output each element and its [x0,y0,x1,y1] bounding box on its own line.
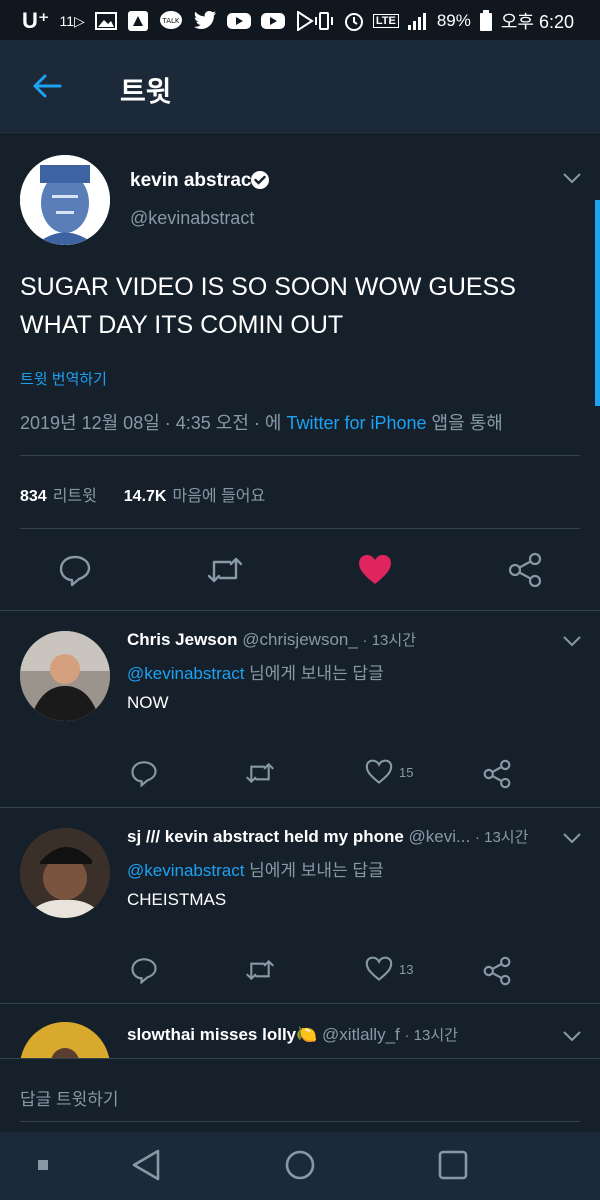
translate-link[interactable]: 트윗 번역하기 [20,368,107,389]
retweet-icon[interactable] [245,759,275,787]
chevron-down-icon[interactable] [562,832,582,844]
battery-icon [479,10,492,31]
reply-author[interactable]: Chris Jewson @chrisjewson_ · 13시간 [127,629,416,650]
talk-icon: TALK [159,11,182,29]
reply-tweet[interactable]: sj /// kevin abstract held my phone @kev… [0,808,600,1004]
clock: 오후 6:20 [500,12,574,32]
vibrate-icon [314,12,333,30]
reply-avatar[interactable] [20,631,110,721]
reply-to-handle[interactable]: @kevinabstract [127,861,244,880]
chevron-down-icon[interactable] [562,1030,582,1042]
system-nav-bar [0,1132,600,1200]
dot-indicator-icon [38,1160,48,1170]
retweet-icon[interactable] [245,956,275,984]
tweet-text: SUGAR VIDEO IS SO SOON WOW GUESS WHAT DA… [20,273,516,339]
compose-underline [20,1121,580,1122]
reply-author[interactable]: sj /// kevin abstract held my phone @kev… [127,826,528,847]
chevron-down-icon[interactable] [562,172,582,184]
like-count[interactable]: 14.7K [124,488,167,505]
retweet-count-label[interactable]: 리트윗 [53,488,97,505]
reply-to-handle[interactable]: @kevinabstract [127,664,244,683]
signal-icon [407,13,426,30]
divider [20,455,580,456]
reply-author-handle[interactable]: @xitlally_f [322,1025,400,1044]
chevron-down-icon[interactable] [562,635,582,647]
reply-time: · 13시간 [474,829,529,846]
status-bar: U⁺ 11▷ TALK LTE 89% 오후 6:20 [0,0,600,40]
app-notification-icon [127,11,148,31]
alarm-icon [344,13,363,31]
reply-time: · 13시간 [362,632,416,649]
tweet-date: 2019년 12월 08일 · 4:35 오전 · 에 [20,413,287,433]
reply-compose-bar[interactable]: 답글 트윗하기 [0,1058,600,1133]
author-avatar[interactable] [20,155,110,245]
share-icon[interactable] [508,552,542,588]
battery-percent: 89% [436,11,471,30]
like-count: 13 [399,961,414,977]
retweet-icon[interactable] [206,553,244,587]
reply-author[interactable]: slowthai misses lolly🍋 @xitlally_f · 13시… [127,1024,458,1045]
recents-nav-icon[interactable] [438,1150,468,1180]
network-type-label: LTE [372,14,399,28]
source-link[interactable]: Twitter for iPhone [286,413,426,433]
like-action[interactable]: 15 [365,759,413,785]
like-count: 15 [399,764,414,780]
reply-tweet[interactable]: Chris Jewson @chrisjewson_ · 13시간 @kevin… [0,611,600,808]
play-store-icon [296,11,314,31]
reply-icon[interactable] [58,553,92,587]
page-title: 트윗 [120,76,172,107]
app-header: 트윗 [0,40,600,135]
reply-compose-input[interactable]: 답글 트윗하기 [20,1085,119,1110]
heart-outline-icon[interactable] [365,956,393,982]
reply-author-name[interactable]: slowthai misses lolly🍋 [127,1025,317,1044]
reply-to-line: @kevinabstract 님에게 보내는 답글 [127,659,384,684]
author-handle[interactable]: @kevinabstract [130,208,254,229]
home-nav-icon[interactable] [284,1149,316,1181]
share-icon[interactable] [483,759,511,789]
youtube-icon-2 [260,13,285,29]
back-nav-icon[interactable] [130,1148,162,1182]
reply-author-handle[interactable]: @kevi... [409,827,471,846]
reply-time: · 13시간 [404,1027,458,1044]
gallery-icon [94,12,117,30]
verified-badge-icon [251,171,269,189]
reply-author-name[interactable]: Chris Jewson [127,630,238,649]
engagement-counts: 834 리트윗 14.7K 마음에 들어요 [20,482,265,506]
reply-to-line: @kevinabstract 님에게 보내는 답글 [127,856,384,881]
retweet-count[interactable]: 834 [20,488,47,505]
divider [20,528,580,529]
author-name[interactable]: kevin abstract [130,170,258,192]
reply-icon[interactable] [130,759,158,787]
reply-author-handle[interactable]: @chrisjewson_ [242,630,358,649]
scrollbar[interactable] [595,200,600,406]
heart-outline-icon[interactable] [365,759,393,785]
reply-to-suffix: 님에게 보내는 답글 [244,664,384,683]
reply-text: CHEISTMAS [127,890,227,909]
reply-avatar[interactable] [20,828,110,918]
svg-text:TALK: TALK [161,17,179,25]
reply-tweet[interactable]: slowthai misses lolly🍋 @xitlally_f · 13시… [0,1004,600,1058]
like-action[interactable]: 13 [365,956,413,982]
reply-avatar[interactable] [20,1022,110,1058]
back-arrow-icon[interactable] [30,68,66,104]
carrier-sub-label: 11▷ [59,12,85,29]
reply-text: NOW [127,693,169,712]
twitter-bird-icon [193,11,216,29]
tweet-meta: 2019년 12월 08일 · 4:35 오전 · 에 Twitter for … [20,409,503,435]
reply-to-suffix: 님에게 보내는 답글 [244,861,384,880]
reply-author-name[interactable]: sj /// kevin abstract held my phone [127,827,404,846]
like-count-label[interactable]: 마음에 들어요 [172,488,265,505]
reply-icon[interactable] [130,956,158,984]
share-icon[interactable] [483,956,511,986]
carrier-label: U⁺ [22,8,50,33]
like-heart-icon[interactable] [358,554,392,586]
source-suffix: 앱을 통해 [426,413,503,433]
youtube-icon [226,13,251,29]
